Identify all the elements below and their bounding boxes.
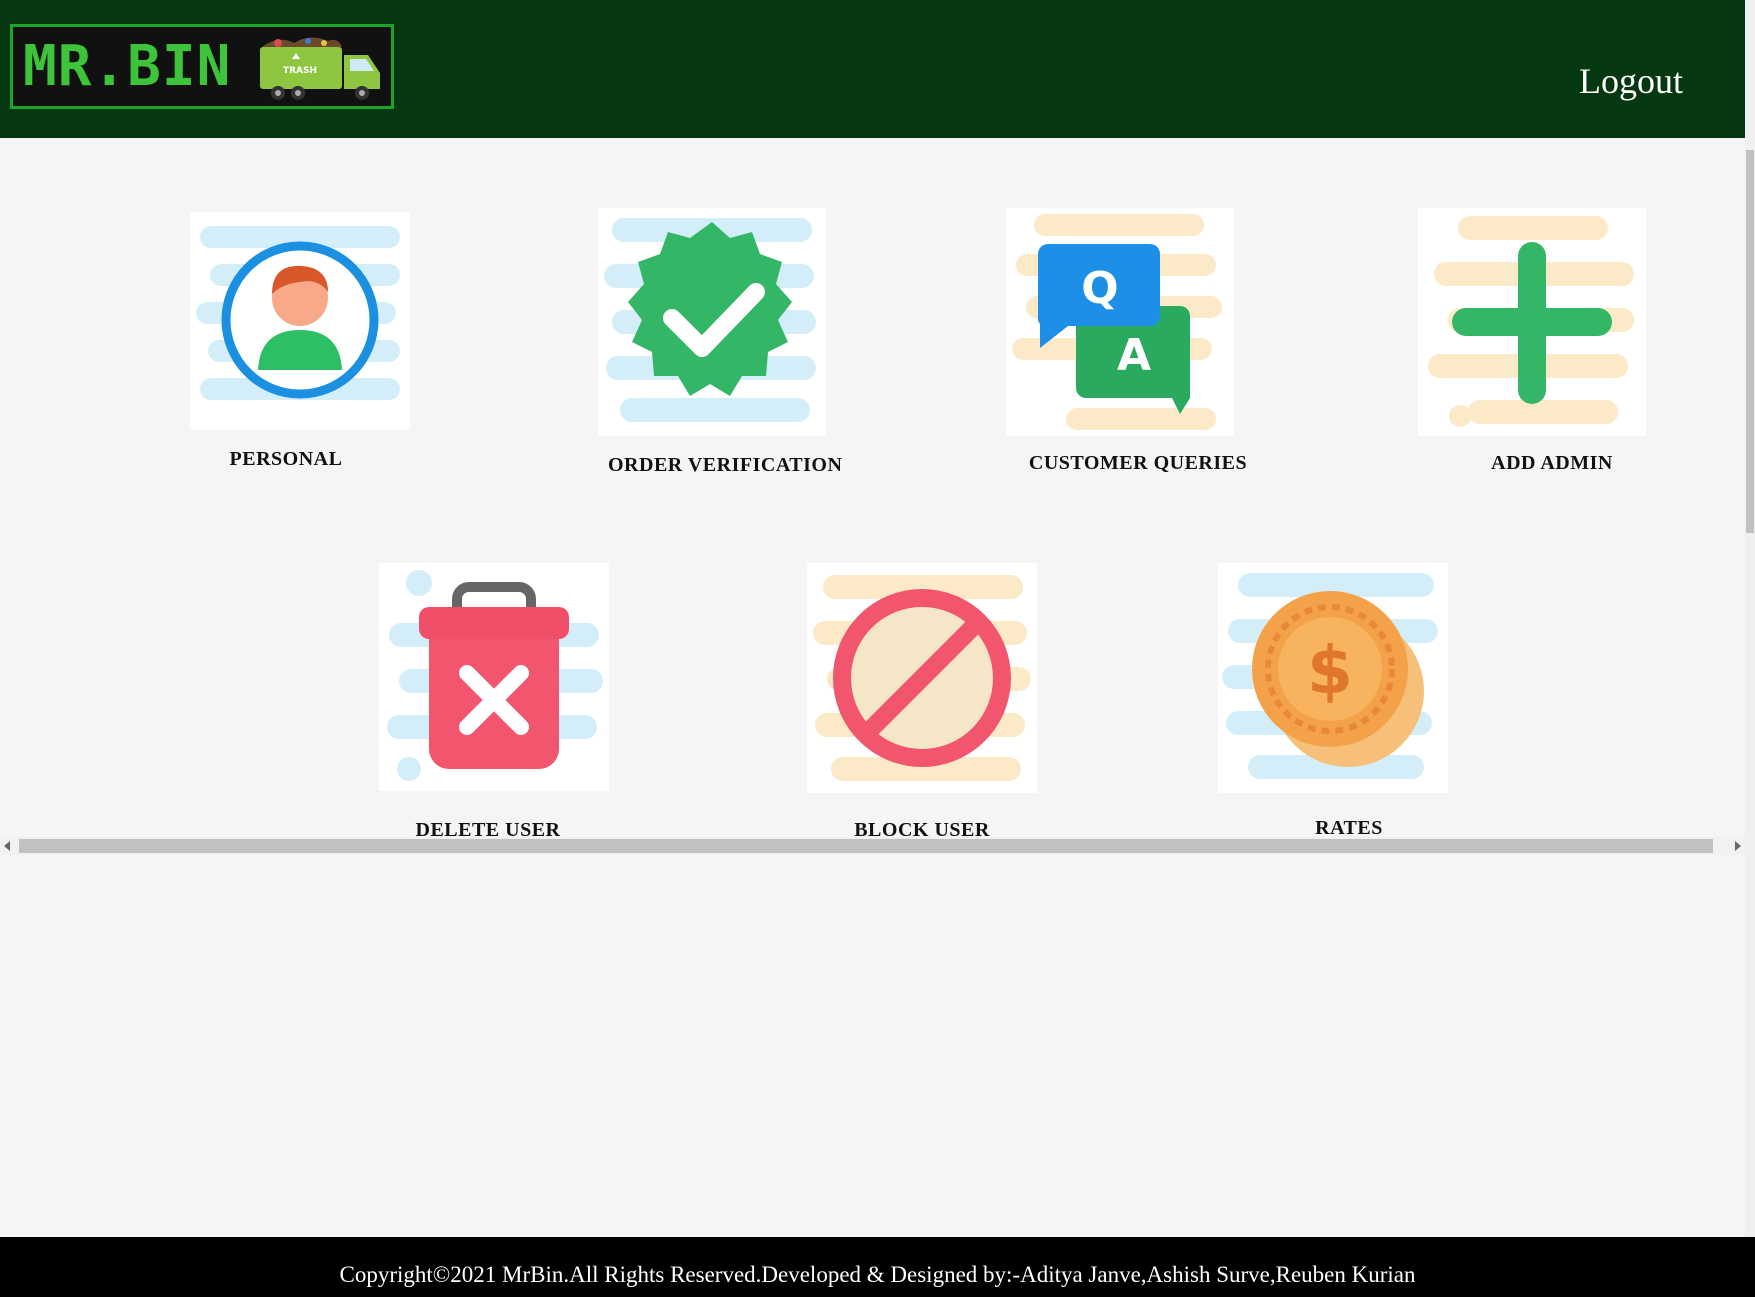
verified-check-icon [604, 218, 816, 422]
truck-label: TRASH [283, 66, 317, 76]
trash-delete-icon [387, 570, 603, 781]
question-letter: Q [1081, 263, 1118, 314]
tile-personal[interactable]: PERSONAL [190, 212, 410, 502]
tile-rates[interactable]: $ RATES [1218, 563, 1448, 838]
scroll-right-arrow-icon[interactable] [1735, 841, 1741, 851]
scroll-left-arrow-icon[interactable] [4, 841, 10, 851]
horizontal-scrollbar[interactable] [0, 837, 1745, 855]
user-avatar-icon [196, 226, 400, 400]
page-vertical-scrollbar[interactable] [1745, 0, 1755, 1237]
qa-chat-icon: A Q [1012, 214, 1222, 430]
plus-icon [1428, 216, 1634, 427]
footer-bar: Copyright©2021 MrBin.All Rights Reserved… [0, 1237, 1755, 1297]
logo-text: MR.BIN [23, 33, 232, 99]
tile-delete-user-label: DELETE USER [415, 819, 561, 838]
tile-customer-queries[interactable]: A Q CUSTOMER QUERIES [1006, 208, 1247, 500]
tile-delete-user[interactable]: DELETE USER [379, 563, 609, 838]
logout-link[interactable]: Logout [1579, 60, 1683, 102]
tile-rates-label: RATES [1315, 817, 1383, 838]
coins-icon: $ [1222, 573, 1438, 779]
tile-block-user[interactable]: BLOCK USER [807, 563, 1037, 838]
header-bar: MR.BIN TRASH Logout [0, 0, 1745, 138]
horizontal-scrollbar-thumb[interactable] [19, 839, 1713, 853]
mrbin-logo[interactable]: MR.BIN TRASH [10, 24, 394, 109]
garbage-truck-icon: TRASH [260, 37, 380, 100]
dollar-symbol: $ [1307, 632, 1353, 709]
tile-add-admin-label: ADD ADMIN [1491, 452, 1613, 474]
block-icon [813, 575, 1031, 781]
tile-block-user-label: BLOCK USER [854, 819, 990, 838]
tile-customer-queries-label: CUSTOMER QUERIES [1028, 452, 1248, 474]
footer-copyright: Copyright©2021 MrBin.All Rights Reserved… [339, 1262, 1416, 1287]
tile-order-verification[interactable]: ORDER VERIFICATION [598, 208, 842, 500]
answer-letter: A [1117, 330, 1151, 381]
tile-order-verification-label: ORDER VERIFICATION [608, 454, 843, 476]
page-scrollbar-thumb[interactable] [1746, 150, 1754, 533]
tile-personal-label: PERSONAL [229, 448, 343, 470]
tile-add-admin[interactable]: ADD ADMIN [1418, 208, 1646, 500]
admin-menu-grid: PERSONAL ORDER VERIFICATION A Q CUSTOMER… [0, 138, 1745, 838]
